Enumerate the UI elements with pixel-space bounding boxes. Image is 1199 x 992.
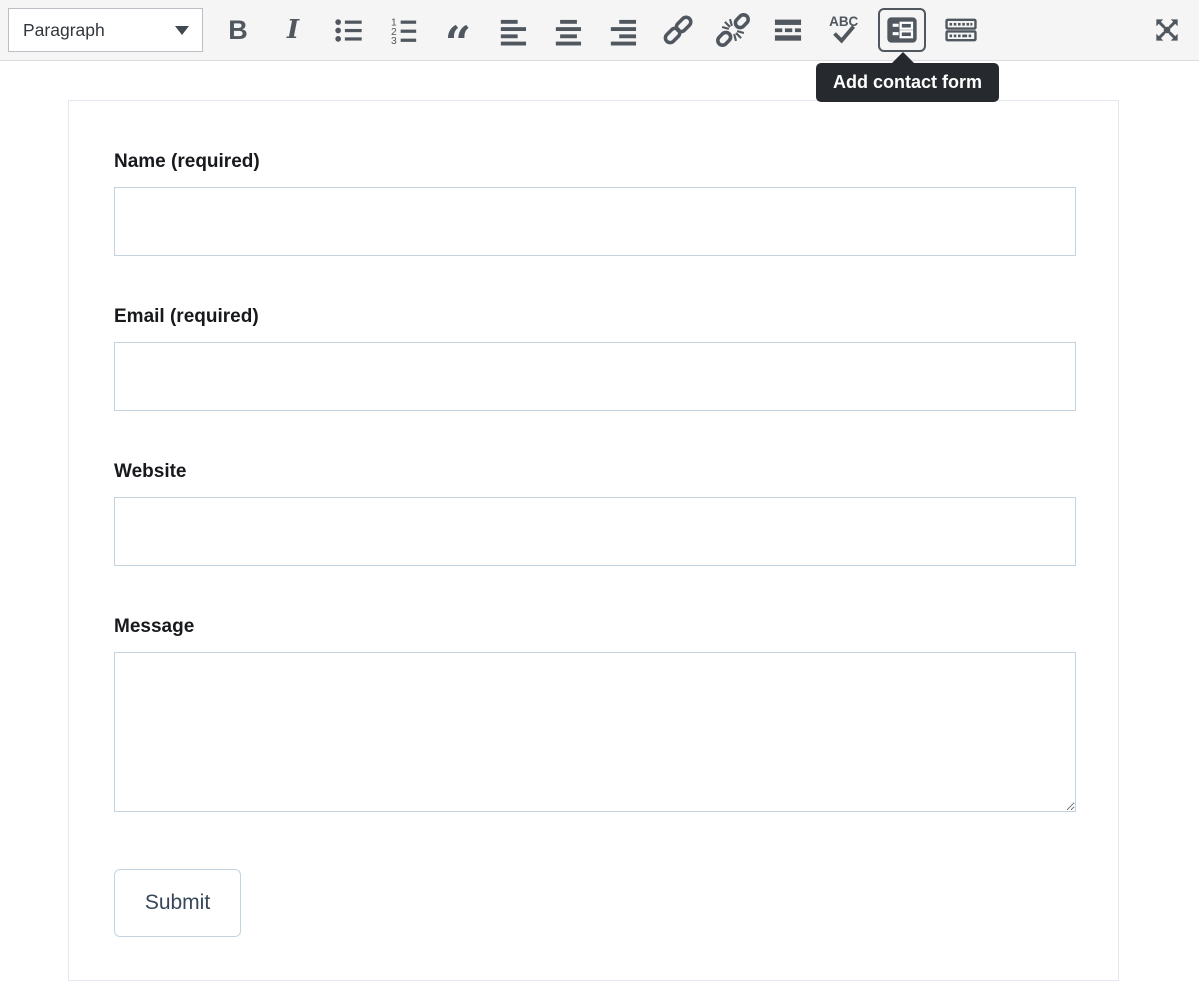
toolbar-toggle-button[interactable]: [941, 8, 981, 52]
email-field-label: Email (required): [114, 306, 1076, 328]
website-input[interactable]: [114, 497, 1076, 566]
bold-icon: B: [228, 15, 248, 46]
format-select-value: Paragraph: [23, 20, 105, 41]
spellcheck-icon: ABC: [826, 13, 860, 47]
website-field-label: Website: [114, 461, 1076, 483]
svg-text:3: 3: [390, 35, 396, 45]
bulleted-list-icon: [333, 15, 364, 46]
bulleted-list-button[interactable]: [328, 8, 368, 52]
add-contact-form-button[interactable]: [878, 8, 926, 52]
tooltip-text: Add contact form: [833, 72, 982, 92]
unlink-icon: [716, 13, 750, 47]
italic-button[interactable]: I: [273, 8, 313, 52]
fullscreen-icon: [1151, 14, 1183, 46]
numbered-list-button[interactable]: 1 2 3: [383, 8, 423, 52]
bold-button[interactable]: B: [218, 8, 258, 52]
form-field-name: Name (required): [114, 151, 1076, 256]
spellcheck-button[interactable]: ABC: [823, 8, 863, 52]
fullscreen-button[interactable]: [1147, 8, 1187, 52]
align-center-icon: [553, 15, 584, 46]
format-select[interactable]: Paragraph: [8, 8, 203, 52]
blockquote-button[interactable]: “: [438, 8, 478, 52]
keyboard-icon: [944, 13, 978, 47]
name-input[interactable]: [114, 187, 1076, 256]
tooltip-add-contact-form: Add contact form: [816, 63, 999, 102]
align-right-icon: [608, 15, 639, 46]
align-center-button[interactable]: [548, 8, 588, 52]
editor-toolbar: Paragraph B I 1 2 3 “: [0, 0, 1199, 61]
form-field-website: Website: [114, 461, 1076, 566]
remove-link-button[interactable]: [713, 8, 753, 52]
message-textarea[interactable]: [114, 652, 1076, 812]
email-input[interactable]: [114, 342, 1076, 411]
insert-link-button[interactable]: [658, 8, 698, 52]
form-field-email: Email (required): [114, 306, 1076, 411]
align-left-button[interactable]: [493, 8, 533, 52]
numbered-list-icon: 1 2 3: [388, 15, 419, 46]
contact-form-icon: [886, 14, 918, 46]
submit-row: Submit: [114, 869, 1076, 937]
align-left-icon: [498, 15, 529, 46]
contact-form-preview: Name (required) Email (required) Website…: [68, 100, 1119, 981]
message-field-label: Message: [114, 616, 1076, 638]
align-right-button[interactable]: [603, 8, 643, 52]
submit-button[interactable]: Submit: [114, 869, 241, 937]
more-tag-button[interactable]: [768, 8, 808, 52]
link-icon: [661, 13, 695, 47]
more-tag-icon: [772, 14, 804, 46]
chevron-down-icon: [175, 26, 189, 35]
svg-text:ABC: ABC: [829, 14, 858, 29]
name-field-label: Name (required): [114, 151, 1076, 173]
form-field-message: Message: [114, 616, 1076, 812]
italic-icon: I: [287, 15, 299, 45]
